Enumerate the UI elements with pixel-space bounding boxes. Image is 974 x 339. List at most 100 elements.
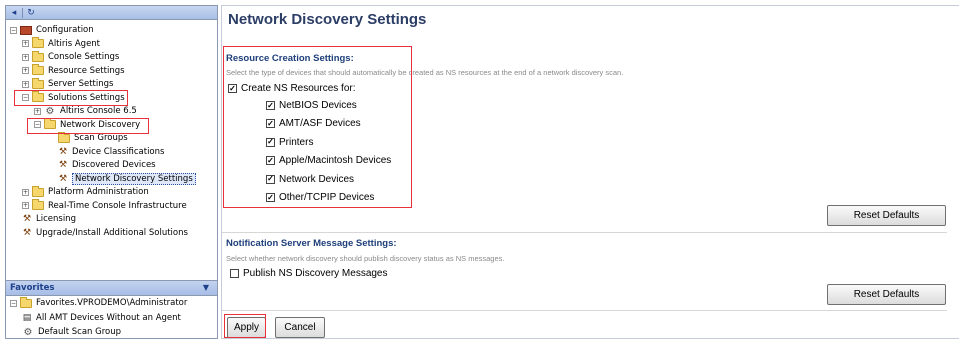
- collapse-icon[interactable]: −: [10, 299, 17, 307]
- tree-item-label: Network Discovery: [60, 119, 141, 130]
- device-checkbox-netbios-devices[interactable]: ✓ NetBIOS Devices: [266, 100, 357, 111]
- expand-icon[interactable]: +: [22, 67, 29, 74]
- tree-item-solutions-settings[interactable]: − Solutions Settings: [22, 91, 125, 104]
- tree-item-label: Altiris Console 6.5: [60, 106, 137, 116]
- footer-divider: [222, 310, 947, 311]
- expand-icon[interactable]: +: [22, 202, 29, 209]
- tree-item-default-scan-group[interactable]: ⚙ Default Scan Group: [22, 326, 122, 338]
- checkbox-box[interactable]: [230, 269, 239, 278]
- device-checkbox-network-devices[interactable]: ✓ Network Devices: [266, 174, 354, 185]
- device-checkbox-label: AMT/ASF Devices: [279, 118, 361, 130]
- tree-item-label: Server Settings: [48, 79, 114, 89]
- checkbox-box[interactable]: ✓: [266, 101, 275, 110]
- expand-icon[interactable]: +: [22, 188, 29, 196]
- tree-item-favorites-vprodemo-administrator[interactable]: − Favorites.VPRODEMO\Administrator: [10, 296, 188, 309]
- resource-section-title: Resource Creation Settings:: [226, 53, 354, 64]
- folder-icon: [32, 64, 44, 75]
- tree-item-upgrade-install-additional-solutions[interactable]: ⚒ Upgrade/Install Additional Solutions: [22, 227, 188, 239]
- device-checkbox-other-tcpip-devices[interactable]: ✓ Other/TCPIP Devices: [266, 192, 374, 203]
- gear-icon: ⚙: [45, 105, 55, 117]
- tree-item-label: Real-Time Console Infrastructure: [48, 200, 187, 211]
- report-icon: ▤: [22, 312, 32, 323]
- create-ns-resources-checkbox[interactable]: ✓ Create NS Resources for:: [228, 83, 356, 94]
- tree-item-network-discovery-settings[interactable]: ⚒ Network Discovery Settings: [58, 172, 196, 185]
- tree-item-platform-administration[interactable]: + Platform Administration: [22, 185, 149, 198]
- folder-icon: [32, 77, 44, 89]
- folder-icon: [58, 131, 70, 143]
- settings-page: Network Discovery Settings Resource Crea…: [221, 5, 959, 339]
- checkbox-box[interactable]: ✓: [266, 156, 275, 166]
- expand-icon[interactable]: +: [34, 107, 41, 115]
- page-title: Network Discovery Settings: [228, 11, 427, 28]
- device-checkbox-printers[interactable]: ✓ Printers: [266, 137, 313, 148]
- section-divider: [222, 232, 947, 233]
- tree-item-network-discovery[interactable]: − Network Discovery: [34, 118, 141, 131]
- notification-section-description: Select whether network discovery should …: [226, 254, 505, 263]
- favorites-folder-icon: [20, 296, 32, 308]
- device-checkbox-label: Printers: [279, 136, 314, 148]
- tree-item-scan-groups[interactable]: Scan Groups: [58, 131, 128, 144]
- device-checkbox-label: NetBIOS Devices: [279, 100, 357, 111]
- toolbar-separator: [22, 7, 23, 18]
- expand-icon[interactable]: +: [22, 40, 29, 47]
- device-checkbox-label: Other/TCPIP Devices: [279, 192, 375, 203]
- collapse-icon[interactable]: −: [10, 26, 17, 34]
- back-arrow-icon[interactable]: ◂: [9, 8, 19, 18]
- tree-item-label: Default Scan Group: [38, 327, 122, 337]
- device-checkbox-label: Apple/Macintosh Devices: [279, 155, 392, 167]
- apply-button[interactable]: Apply: [227, 317, 266, 338]
- folder-icon: [32, 91, 44, 102]
- chevron-down-icon[interactable]: ▼: [203, 283, 209, 292]
- create-ns-resources-label: Create NS Resources for:: [241, 83, 356, 94]
- tree-item-discovered-devices[interactable]: ⚒ Discovered Devices: [58, 159, 156, 171]
- tree-item-console-settings[interactable]: + Console Settings: [22, 50, 120, 63]
- tree-item-configuration[interactable]: − Configuration: [10, 24, 94, 36]
- navigation-pane: ◂ ↻ − Configuration + Altiris Agent + Console…: [5, 5, 218, 339]
- checkbox-box[interactable]: ✓: [266, 174, 275, 184]
- favorites-header-label: Favorites: [10, 283, 55, 293]
- tree-item-altiris-console-6-5[interactable]: + ⚙ Altiris Console 6.5: [34, 105, 137, 117]
- tree-item-label: Configuration: [36, 25, 94, 35]
- tree-item-server-settings[interactable]: + Server Settings: [22, 77, 114, 90]
- reset-defaults-button-resources[interactable]: Reset Defaults: [827, 205, 946, 226]
- tree-item-label: Discovered Devices: [72, 160, 156, 170]
- checkbox-box[interactable]: ✓: [228, 84, 237, 93]
- resource-section-description: Select the type of devices that should a…: [226, 68, 624, 77]
- folder-icon: [32, 199, 44, 210]
- device-checkbox-amt-asf-devices[interactable]: ✓ AMT/ASF Devices: [266, 118, 361, 129]
- favorites-header[interactable]: Favorites ▼: [6, 280, 217, 296]
- publish-ns-discovery-checkbox[interactable]: Publish NS Discovery Messages: [230, 268, 388, 279]
- cancel-button[interactable]: Cancel: [275, 317, 325, 338]
- publish-ns-discovery-label: Publish NS Discovery Messages: [243, 268, 388, 279]
- checkbox-box[interactable]: ✓: [266, 137, 275, 147]
- tree-item-label: Resource Settings: [48, 65, 125, 76]
- checkbox-box[interactable]: ✓: [266, 193, 275, 202]
- device-checkbox-apple-macintosh-devices[interactable]: ✓ Apple/Macintosh Devices: [266, 155, 391, 166]
- tree-item-altiris-agent[interactable]: + Altiris Agent: [22, 37, 101, 50]
- collapse-icon[interactable]: −: [22, 94, 29, 101]
- checkbox-box[interactable]: ✓: [266, 119, 275, 129]
- tree-item-label: Scan Groups: [74, 133, 128, 143]
- tree-item-label: All AMT Devices Without an Agent: [36, 312, 181, 323]
- refresh-icon[interactable]: ↻: [26, 8, 36, 18]
- expand-icon[interactable]: +: [22, 80, 29, 88]
- tool-icon: ⚒: [22, 227, 32, 238]
- collapse-icon[interactable]: −: [34, 121, 41, 128]
- folder-icon: [32, 50, 44, 62]
- folder-icon: [32, 185, 44, 197]
- expand-icon[interactable]: +: [22, 53, 29, 61]
- tree-item-label: Console Settings: [48, 52, 120, 62]
- tree-item-real-time-console-infrastructure[interactable]: + Real-Time Console Infrastructure: [22, 199, 187, 212]
- tool-icon: ⚒: [58, 160, 68, 170]
- tree-item-label: Platform Administration: [48, 187, 149, 197]
- tree-item-label: Favorites.VPRODEMO\Administrator: [36, 298, 188, 308]
- notification-section-title: Notification Server Message Settings:: [226, 238, 397, 249]
- tree-item-all-amt-devices-without-an-agent[interactable]: ▤ All AMT Devices Without an Agent: [22, 312, 181, 324]
- tree-item-resource-settings[interactable]: + Resource Settings: [22, 64, 125, 77]
- tree-item-label: Network Discovery Settings: [72, 172, 196, 185]
- reset-defaults-button-notifications[interactable]: Reset Defaults: [827, 284, 946, 305]
- tree-item-label: Altiris Agent: [48, 38, 101, 49]
- tree-item-device-classifications[interactable]: ⚒ Device Classifications: [58, 146, 165, 158]
- tree-item-licensing[interactable]: ⚒ Licensing: [22, 213, 76, 225]
- tool-icon: ⚒: [22, 214, 32, 224]
